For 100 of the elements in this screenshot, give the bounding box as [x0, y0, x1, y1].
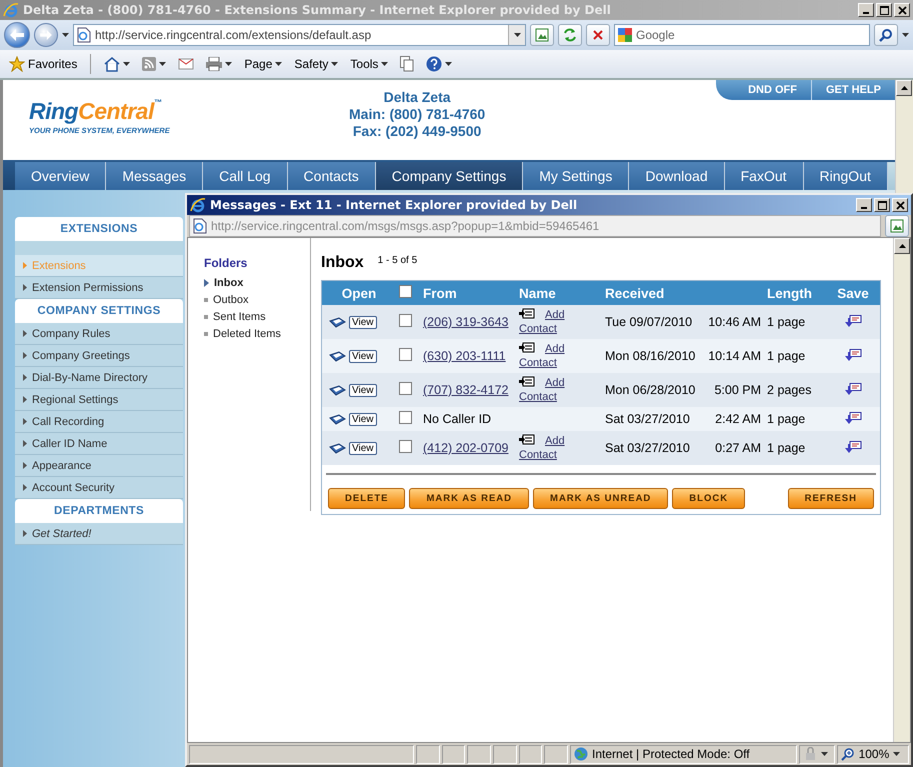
table-cell: Mon 08/16/2010 [602, 339, 694, 373]
sidebar-item[interactable]: Get Started! [15, 523, 183, 545]
menu-button[interactable]: Tools [347, 57, 392, 71]
nav-tab[interactable]: Contacts [288, 162, 376, 190]
nav-tab[interactable]: RingOut [804, 162, 888, 190]
triangle-bullet-icon [23, 374, 27, 381]
table-cell: Mon 06/28/2010 [602, 373, 694, 407]
scroll-up-button[interactable] [896, 80, 912, 96]
sidebar-item[interactable]: Call Recording [15, 411, 183, 433]
nav-tab[interactable]: Messages [106, 162, 204, 190]
nav-tab[interactable]: Overview [15, 162, 106, 190]
triangle-bullet-icon [204, 278, 209, 286]
refresh-button[interactable] [558, 24, 582, 46]
column-header: Length [764, 281, 826, 305]
browser-logo-icon [3, 2, 19, 18]
action-button[interactable]: BLOCK [672, 488, 746, 509]
search-button[interactable] [874, 24, 898, 46]
sidebar-item[interactable]: Company Greetings [15, 345, 183, 367]
fax-icon[interactable] [329, 384, 346, 396]
sidebar-item[interactable]: Regional Settings [15, 389, 183, 411]
address-field[interactable]: http://service.ringcentral.com/extensions/default.asp [73, 24, 526, 46]
add-contact-icon[interactable] [519, 308, 535, 319]
page-icon [77, 27, 91, 43]
folder-item[interactable]: Outbox [204, 291, 248, 308]
caret-icon [445, 62, 452, 66]
table-cell: 10:46 AM [694, 305, 764, 339]
save-icon[interactable] [844, 314, 862, 326]
fax-icon[interactable] [329, 316, 346, 328]
address-dropdown-button[interactable] [508, 25, 525, 45]
stop-button[interactable] [586, 24, 610, 46]
nav-tab[interactable]: My Settings [523, 162, 630, 190]
action-button[interactable]: MARK AS READ [409, 488, 530, 509]
compatibility-view-button[interactable] [885, 215, 909, 237]
save-icon[interactable] [844, 412, 862, 424]
table-cell: 10:14 AM [694, 339, 764, 373]
back-button[interactable] [4, 22, 30, 48]
minimize-button[interactable] [856, 198, 872, 212]
refresh-button[interactable]: REFRESH [788, 488, 874, 509]
feed-icon [142, 57, 156, 71]
add-contact-icon[interactable] [519, 376, 535, 387]
minimize-button[interactable] [858, 3, 874, 17]
maximize-button[interactable] [876, 3, 892, 17]
picture-icon [890, 219, 904, 233]
search-field[interactable]: Google [614, 24, 870, 46]
view-button[interactable]: View [349, 412, 376, 426]
nav-tab[interactable]: Company Settings [376, 162, 524, 190]
triangle-bullet-icon [23, 530, 27, 537]
scrollbar[interactable] [893, 238, 910, 742]
fax-icon[interactable] [329, 442, 346, 454]
add-contact-icon[interactable] [519, 342, 535, 353]
close-button[interactable] [894, 3, 910, 17]
select-all-checkbox[interactable] [399, 285, 412, 298]
zoom-control[interactable]: 100% [836, 744, 909, 764]
nav-tab[interactable]: Download [629, 162, 725, 190]
view-button[interactable]: View [349, 384, 376, 396]
picture-icon [535, 28, 549, 42]
protected-mode-button[interactable] [798, 744, 835, 764]
sidebar-item[interactable]: Company Rules [15, 323, 183, 345]
minimize-icon [861, 207, 867, 209]
caret-icon [381, 62, 388, 66]
back-arrow-icon [10, 29, 24, 41]
close-button[interactable] [892, 198, 908, 212]
row-checkbox[interactable] [399, 314, 412, 327]
menu-button[interactable]: Safety [291, 57, 342, 71]
menu-button[interactable]: Page [241, 57, 286, 71]
sidebar-item[interactable]: Account Security [15, 477, 183, 499]
row-checkbox[interactable] [399, 382, 412, 395]
sidebar-item[interactable]: Caller ID Name [15, 433, 183, 455]
nav-tab[interactable]: Call Log [203, 162, 288, 190]
folder-item[interactable]: Sent Items [204, 308, 266, 325]
action-button[interactable]: DELETE [328, 488, 406, 509]
action-button[interactable]: MARK AS UNREAD [533, 488, 668, 509]
view-button[interactable]: View [349, 350, 376, 362]
save-icon[interactable] [844, 348, 862, 360]
sidebar-item[interactable]: Dial-By-Name Directory [15, 367, 183, 389]
sidebar-item[interactable]: Extension Permissions [15, 277, 183, 299]
account-info-line: Delta Zeta [384, 89, 451, 106]
folder-item[interactable]: Deleted Items [204, 325, 281, 342]
favorites-button[interactable]: Favorites [6, 56, 80, 72]
status-bar-pane [518, 744, 542, 764]
maximize-button[interactable] [874, 198, 890, 212]
window-title: Delta Zeta - (800) 781-4760 - Extensions Summary - Internet Explorer provided by Dell [23, 3, 612, 17]
triangle-bullet-icon [23, 330, 27, 337]
save-icon[interactable] [844, 382, 862, 394]
row-checkbox[interactable] [399, 348, 412, 361]
folder-item[interactable]: Inbox [204, 274, 244, 291]
save-icon[interactable] [844, 440, 862, 452]
compatibility-view-button[interactable] [530, 24, 554, 46]
fax-icon[interactable] [329, 414, 346, 424]
fax-icon[interactable] [329, 350, 346, 362]
view-button[interactable]: View [349, 316, 376, 328]
forward-button[interactable] [34, 23, 58, 47]
nav-tab[interactable]: FaxOut [724, 162, 804, 190]
scroll-up-button[interactable] [894, 238, 910, 254]
row-checkbox[interactable] [399, 411, 412, 424]
view-button[interactable]: View [349, 442, 376, 454]
row-checkbox[interactable] [399, 440, 412, 453]
add-contact-icon[interactable] [519, 434, 535, 445]
home-icon [104, 56, 120, 72]
sidebar-item[interactable]: Appearance [15, 455, 183, 477]
